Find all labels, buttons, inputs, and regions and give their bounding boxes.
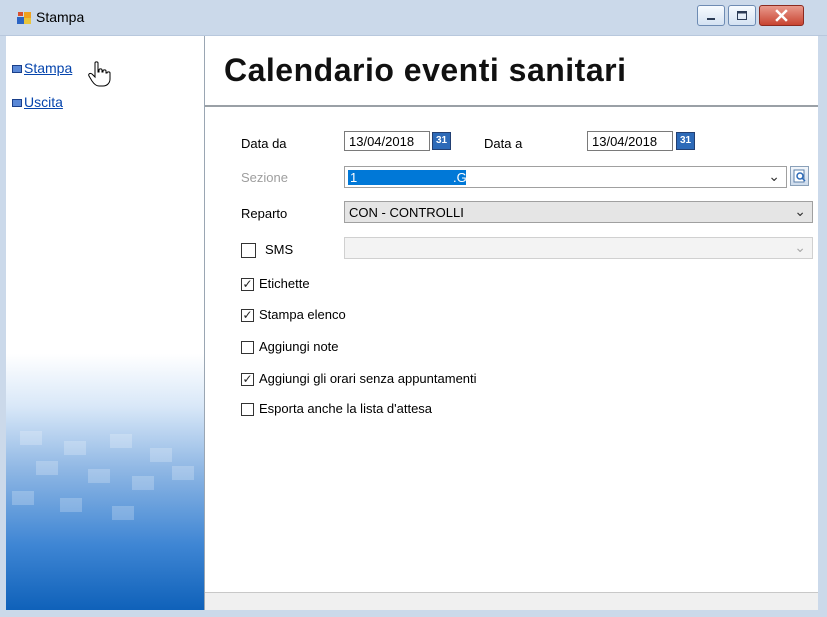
minimize-icon [707, 18, 715, 20]
window-border-right [818, 36, 827, 614]
lista-attesa-checkbox[interactable] [241, 403, 254, 416]
chevron-down-icon: ⌄ [768, 168, 780, 184]
hand-pointer-icon [88, 61, 112, 92]
calendar-icon[interactable]: 31 [432, 132, 451, 150]
lookup-button[interactable] [790, 166, 809, 186]
calendar-icon[interactable]: 31 [676, 132, 695, 150]
status-strip [205, 592, 818, 611]
data-da-field[interactable]: 13/04/2018 [344, 131, 430, 151]
window-border-bottom [0, 610, 827, 617]
minimize-button[interactable] [697, 5, 725, 26]
sms-combo: ⌄ [344, 237, 813, 259]
sidebar [0, 36, 205, 614]
sidebar-item-uscita[interactable]: Uscita [24, 94, 63, 110]
sezione-combo[interactable]: 1 .GO ⌄ [344, 166, 787, 188]
sms-checkbox[interactable] [241, 243, 256, 258]
etichette-label: Etichette [259, 276, 310, 291]
header-divider [205, 105, 818, 107]
reparto-combo[interactable]: CON - CONTROLLI ⌄ [344, 201, 813, 223]
lista-attesa-label: Esporta anche la lista d'attesa [259, 401, 433, 416]
sms-label: SMS [265, 242, 294, 257]
maximize-button[interactable] [728, 5, 756, 26]
orari-senza-appuntamenti-checkbox[interactable]: ✓ [241, 373, 254, 386]
aggiungi-note-checkbox[interactable] [241, 341, 254, 354]
close-button[interactable] [759, 5, 804, 26]
page-title: Calendario eventi sanitari [224, 52, 627, 88]
sezione-code: 1 [350, 170, 358, 185]
chevron-down-icon: ⌄ [794, 203, 806, 219]
chevron-down-icon: ⌄ [794, 239, 806, 255]
sezione-suffix: .GO [453, 170, 477, 185]
form-icon [17, 11, 31, 25]
reparto-label: Reparto [241, 206, 288, 221]
close-icon [775, 9, 788, 22]
aggiungi-note-label: Aggiungi note [259, 339, 339, 354]
data-da-label: Data da [241, 136, 287, 151]
maximize-icon [737, 11, 747, 20]
bullet-icon [12, 65, 22, 73]
sidebar-item-stampa[interactable]: Stampa [24, 60, 72, 76]
bullet-icon [12, 99, 22, 107]
orari-senza-appuntamenti-label: Aggiungi gli orari senza appuntamenti [259, 371, 477, 386]
stampa-elenco-checkbox[interactable]: ✓ [241, 309, 254, 322]
window-title: Stampa [36, 9, 85, 25]
window-border-left [0, 36, 6, 614]
data-a-label: Data a [484, 136, 523, 151]
stampa-elenco-label: Stampa elenco [259, 307, 346, 322]
sezione-label: Sezione [241, 170, 288, 185]
reparto-value: CON - CONTROLLI [349, 205, 464, 220]
data-a-field[interactable]: 13/04/2018 [587, 131, 673, 151]
etichette-checkbox[interactable]: ✓ [241, 278, 254, 291]
lookup-icon [793, 169, 806, 183]
